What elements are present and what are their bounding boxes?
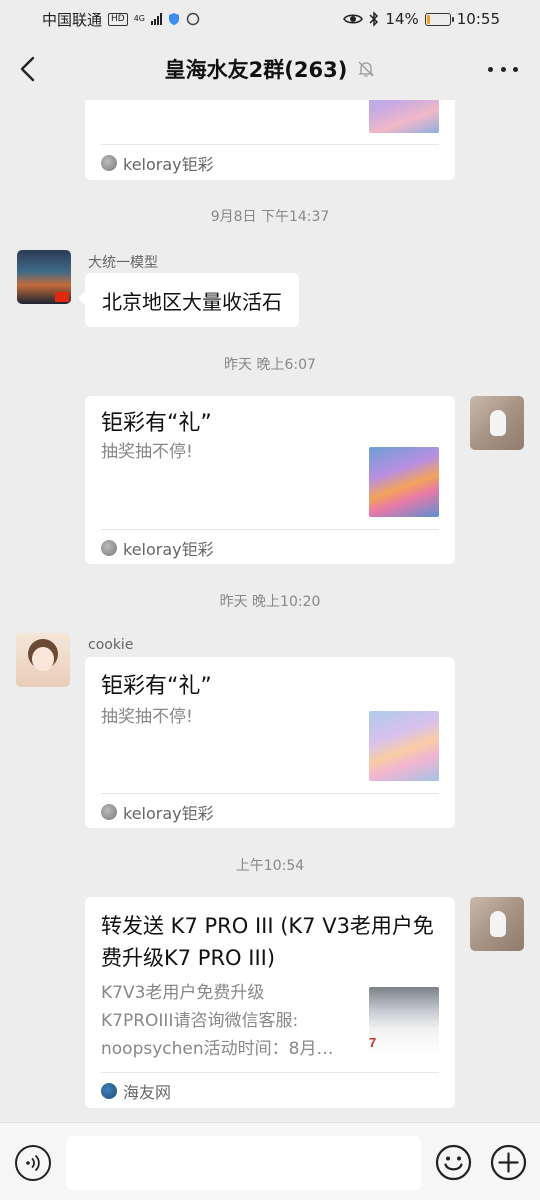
sender-name: cookie (88, 637, 134, 653)
sender-name: 大统一模型 (88, 255, 158, 271)
message-input[interactable] (66, 1136, 421, 1190)
timestamp: 昨天 晚上10:20 (219, 594, 321, 610)
card-thumbnail (369, 100, 439, 133)
flag-icon (55, 292, 69, 302)
carrier-label: 中国联通 (42, 10, 103, 29)
card-title: 转发送 K7 PRO III (K7 V3老用户免费升级K7 PRO III) (101, 914, 434, 970)
status-bar: 中国联通 HD 4G 14% 10:55 (0, 0, 540, 38)
card-thumbnail: 7 (369, 987, 439, 1057)
card-description: 抽奖抽不停! (101, 707, 193, 727)
avatar[interactable] (17, 250, 71, 304)
status-time: 10:55 (456, 10, 500, 28)
voice-icon[interactable] (15, 1145, 51, 1181)
timestamp: 上午10:54 (235, 858, 305, 874)
input-bar (0, 1122, 540, 1200)
card-source: keloray钜彩 (101, 144, 439, 180)
link-card[interactable]: 转发送 K7 PRO III (K7 V3老用户免费升级K7 PRO III) … (85, 897, 455, 1108)
chat-title: 皇海水友2群(263) (164, 58, 348, 82)
card-source-label: keloray钜彩 (123, 803, 214, 823)
signal-icon (151, 13, 163, 25)
source-logo-icon (101, 1082, 117, 1099)
status-right: 14% 10:55 (343, 10, 500, 28)
card-source: 海友网 (101, 1072, 439, 1108)
timestamp: 昨天 晚上6:07 (224, 357, 316, 373)
bluetooth-icon (369, 11, 379, 27)
source-logo-icon (101, 803, 117, 820)
card-title: 钜彩有“礼” (101, 674, 212, 699)
card-source-label: 海友网 (123, 1082, 172, 1102)
eye-icon (343, 14, 364, 24)
plus-circle-icon[interactable] (490, 1144, 527, 1181)
link-card[interactable]: 钜彩有“礼” 抽奖抽不停! keloray钜彩 (85, 396, 455, 564)
avatar-figure (490, 410, 506, 436)
text-message[interactable]: 北京地区大量收活石 (78, 273, 299, 327)
more-dots-icon[interactable] (488, 60, 518, 78)
card-title: 钜彩有“礼” (101, 411, 212, 436)
card-thumbnail (369, 711, 439, 781)
card-source: keloray钜彩 (101, 529, 439, 565)
card-description: 抽奖抽不停! (101, 442, 193, 462)
voice-waves-icon (26, 1154, 40, 1172)
network-type-label: 4G (133, 14, 146, 23)
source-logo-icon (101, 539, 117, 556)
message-text: 北京地区大量收活石 (102, 289, 282, 314)
avatar[interactable] (16, 633, 70, 687)
sync-icon (186, 12, 200, 26)
chevron-left-icon[interactable] (14, 52, 44, 86)
avatar[interactable] (470, 396, 524, 450)
thumb-mark: 7 (369, 1035, 377, 1050)
link-card-partial[interactable]: keloray钜彩 (85, 100, 455, 180)
emoji-icon[interactable] (435, 1144, 472, 1181)
card-desc-line: K7PROIII请咨询微信客服: (101, 1011, 299, 1031)
bell-off-icon (358, 61, 374, 77)
card-description: K7V3老用户免费升级 K7PROIII请咨询微信客服: noopsychen活… (101, 979, 356, 1063)
battery-percent: 14% (385, 10, 419, 28)
card-source-label: keloray钜彩 (123, 539, 214, 559)
hd-badge: HD (108, 12, 128, 26)
card-desc-line: noopsychen活动时间：8月… (101, 1039, 334, 1059)
avatar-face (32, 647, 54, 671)
card-source-label: keloray钜彩 (123, 154, 214, 174)
card-thumbnail (369, 447, 439, 517)
status-left: 中国联通 HD 4G (42, 9, 200, 30)
avatar[interactable] (470, 897, 524, 951)
battery-icon (424, 12, 454, 26)
chat-messages[interactable]: keloray钜彩 9月8日 下午14:37 大统一模型 北京地区大量收活石 昨… (0, 100, 540, 1122)
shield-icon (169, 13, 180, 25)
card-desc-line: K7V3老用户免费升级 (101, 983, 265, 1003)
card-source: keloray钜彩 (101, 793, 439, 829)
source-logo-icon (101, 154, 117, 171)
timestamp: 9月8日 下午14:37 (210, 209, 330, 225)
link-card[interactable]: 钜彩有“礼” 抽奖抽不停! keloray钜彩 (85, 657, 455, 828)
chat-header: 皇海水友2群(263) (0, 38, 540, 100)
avatar-figure (490, 911, 506, 937)
